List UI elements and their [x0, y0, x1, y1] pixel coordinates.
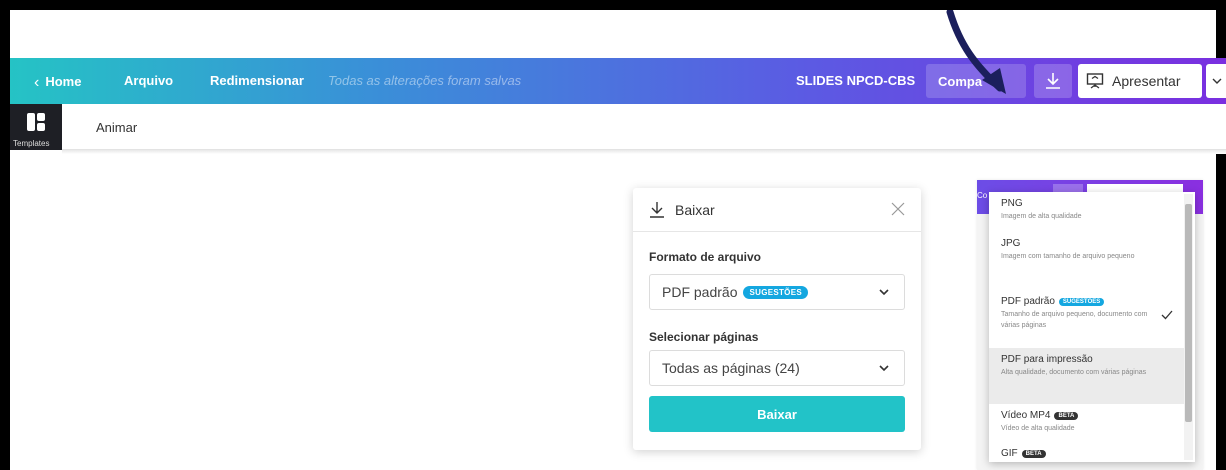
- format-option-desc: Imagem com tamanho de arquivo pequeno: [1001, 253, 1135, 260]
- format-option-desc: Vídeo de alta qualidade: [1001, 425, 1075, 432]
- present-options-button[interactable]: [1206, 64, 1226, 98]
- format-option-desc: Imagem de alta qualidade: [1001, 213, 1082, 220]
- mini-share-text: Co: [977, 191, 988, 200]
- download-panel: Baixar Formato de arquivo PDF padrão SUG…: [633, 188, 921, 450]
- arrow-annotation-icon: [946, 10, 1006, 94]
- chevron-down-icon: [879, 289, 889, 296]
- format-option-name: JPG: [1001, 238, 1021, 249]
- format-option-name: GIF: [1001, 448, 1018, 459]
- checkmark-icon: [1161, 310, 1173, 320]
- format-option-name: PDF para impressão: [1001, 354, 1093, 365]
- format-value: PDF padrão: [662, 284, 738, 300]
- download-icon: [650, 201, 664, 218]
- download-icon: [1046, 73, 1060, 89]
- arquivo-menu[interactable]: Arquivo: [124, 73, 173, 88]
- format-option-gif[interactable]: GIF BETA: [989, 448, 1185, 459]
- document-title[interactable]: SLIDES NPCD-CBS: [796, 73, 915, 88]
- format-option-name: PDF padrão: [1001, 296, 1055, 307]
- presentation-icon: [1086, 73, 1104, 89]
- format-option-pdf-print[interactable]: PDF para impressão Alta qualidade, docum…: [989, 348, 1185, 404]
- beta-badge: BETA: [1054, 411, 1079, 420]
- templates-icon: [27, 113, 45, 131]
- format-option-name: PNG: [1001, 198, 1023, 209]
- suggestions-badge: SUGESTÕES: [1058, 297, 1105, 306]
- format-menu-scroll-thumb[interactable]: [1185, 204, 1192, 422]
- pages-label: Selecionar páginas: [649, 330, 759, 344]
- pages-value: Todas as páginas (24): [662, 360, 800, 376]
- download-button[interactable]: [1034, 64, 1072, 98]
- present-label: Apresentar: [1112, 73, 1181, 89]
- redimensionar-menu[interactable]: Redimensionar: [210, 73, 304, 88]
- templates-button[interactable]: Templates: [10, 104, 62, 150]
- present-button[interactable]: Apresentar: [1078, 64, 1202, 98]
- format-option-jpg[interactable]: JPG Imagem com tamanho de arquivo pequen…: [989, 238, 1185, 262]
- suggestions-badge: SUGESTÕES: [743, 285, 808, 299]
- beta-badge: BETA: [1021, 449, 1046, 458]
- format-option-desc: Alta qualidade, documento com várias pág…: [1001, 369, 1147, 376]
- editor-topbar: ‹ Home Arquivo Redimensionar Todas as alt…: [10, 58, 1226, 104]
- close-icon[interactable]: [891, 202, 905, 216]
- templates-label: Templates: [13, 139, 50, 148]
- format-option-name: Vídeo MP4: [1001, 410, 1051, 421]
- animar-button[interactable]: Animar: [96, 120, 137, 135]
- format-option-pdf-standard[interactable]: PDF padrão SUGESTÕES Tamanho de arquivo p…: [989, 296, 1185, 331]
- home-label: Home: [45, 74, 82, 89]
- pages-select[interactable]: Todas as páginas (24): [649, 350, 905, 386]
- chevron-down-icon: [1212, 78, 1222, 84]
- home-link[interactable]: ‹ Home: [34, 73, 81, 91]
- chevron-down-icon: [879, 365, 889, 372]
- format-select[interactable]: PDF padrão SUGESTÕES: [649, 274, 905, 310]
- chevron-left-icon: ‹: [34, 74, 40, 91]
- format-option-mp4[interactable]: Vídeo MP4 BETA Vídeo de alta qualidade: [989, 410, 1185, 434]
- save-status: Todas as alterações foram salvas: [328, 73, 522, 88]
- download-submit-button[interactable]: Baixar: [649, 396, 905, 432]
- format-label: Formato de arquivo: [649, 250, 762, 264]
- format-option-desc: Tamanho de arquivo pequeno, documento co…: [1001, 311, 1148, 329]
- format-option-png[interactable]: PNG Imagem de alta qualidade: [989, 198, 1185, 222]
- file-format-menu: PNG Imagem de alta qualidade JPG Imagem …: [989, 192, 1195, 462]
- download-panel-title: Baixar: [675, 201, 715, 218]
- editor-subbar: Templates Animar: [10, 104, 1226, 150]
- toolbar-shadow: [62, 150, 1226, 154]
- download-panel-header: Baixar: [633, 188, 921, 232]
